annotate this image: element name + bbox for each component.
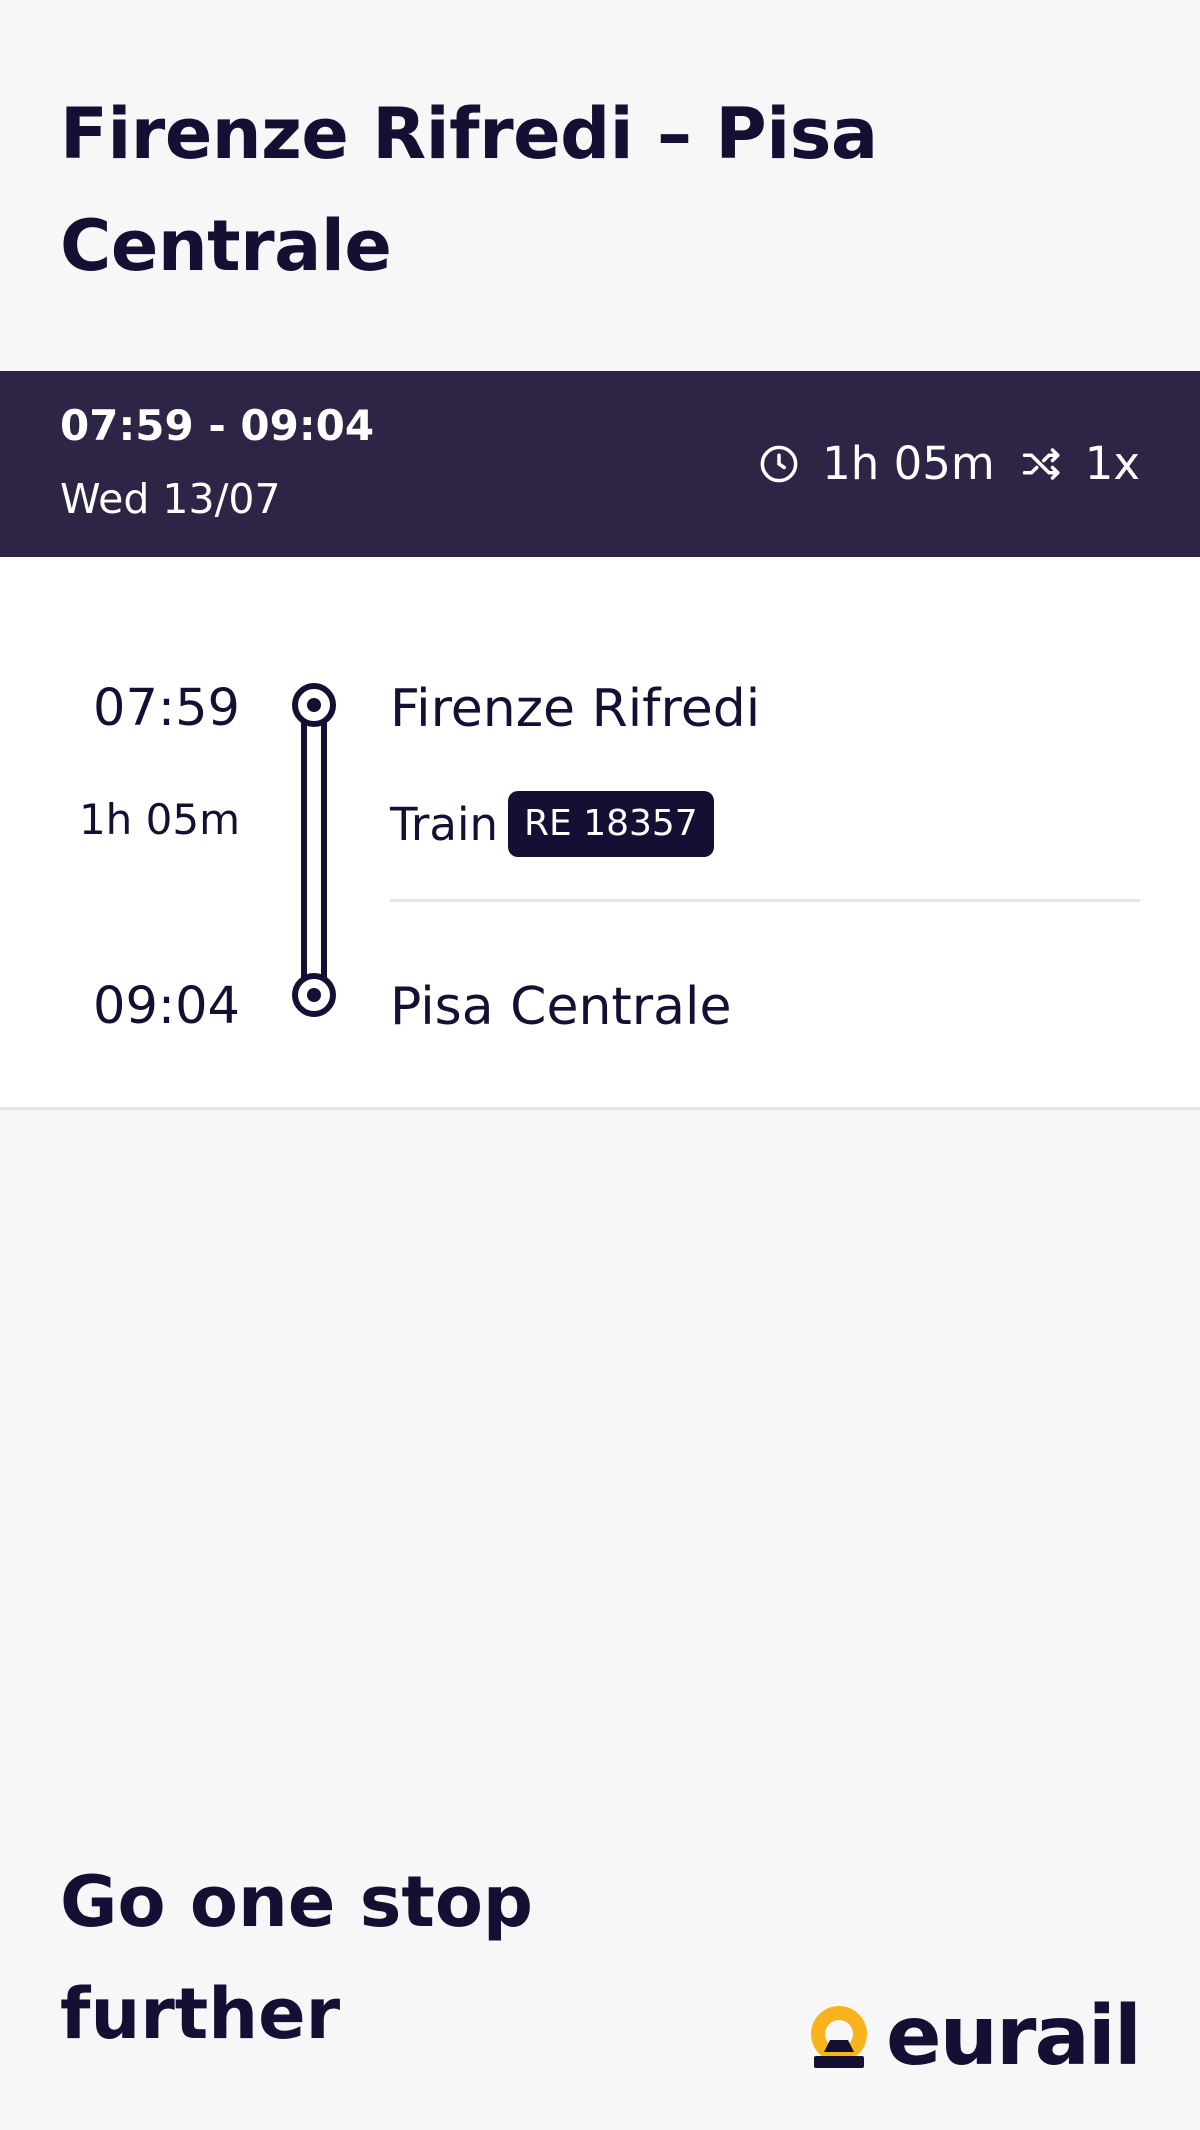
eurail-logo-icon <box>811 2006 868 2068</box>
route-track-icon <box>292 683 336 1017</box>
train-number-badge: RE 18357 <box>507 791 714 857</box>
transport-mode: Train <box>390 797 498 851</box>
summary-date: Wed 13/07 <box>60 475 281 523</box>
divider <box>390 899 1140 902</box>
page-title: Firenze Rifredi – Pisa Centrale <box>60 93 878 287</box>
departure-time: 07:59 <box>93 679 240 738</box>
shuffle-icon <box>1021 443 1063 485</box>
summary-times: 07:59 - 09:04 <box>60 401 375 450</box>
journey-leg-card[interactable]: 07:59 1h 05m 09:04 Firenze Rifredi Train… <box>0 557 1200 1110</box>
arrival-time: 09:04 <box>93 977 240 1036</box>
tagline: Go one stop further <box>60 1861 534 2055</box>
leg-duration: 1h 05m <box>78 795 240 844</box>
train-info: Train RE 18357 <box>390 791 714 857</box>
eurail-logo: eurail <box>800 1989 1142 2084</box>
journey-summary-bar: 07:59 - 09:04 Wed 13/07 1h 05m 1x <box>0 371 1200 557</box>
summary-transfers: 1x <box>1084 437 1140 490</box>
summary-duration: 1h 05m <box>822 437 995 490</box>
departure-station: Firenze Rifredi <box>390 679 761 739</box>
summary-stats: 1h 05m 1x <box>758 437 1140 490</box>
clock-icon <box>758 443 800 485</box>
logo-text: eurail <box>886 1989 1142 2084</box>
page: Firenze Rifredi – Pisa Centrale 07:59 - … <box>0 0 1200 2130</box>
arrival-station: Pisa Centrale <box>390 977 732 1037</box>
